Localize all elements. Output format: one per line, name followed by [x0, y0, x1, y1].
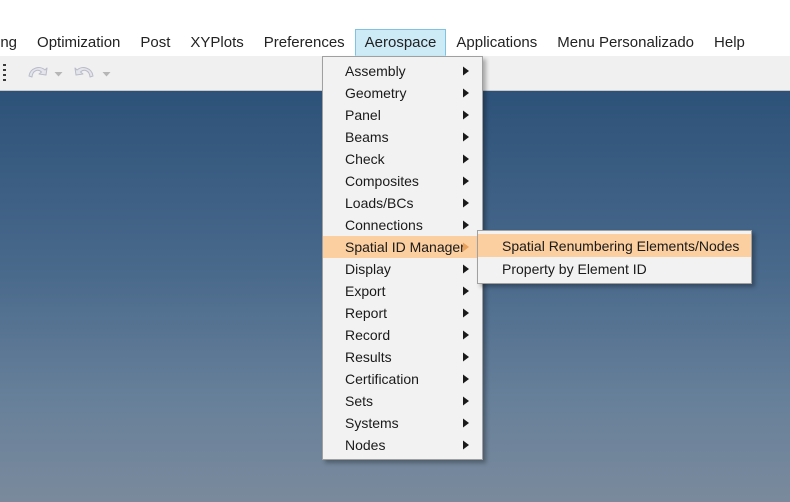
submenu-arrow-icon — [462, 264, 470, 274]
menu-item-label: Results — [345, 349, 392, 365]
submenu-arrow-icon — [462, 66, 470, 76]
menu-item-label: Assembly — [345, 63, 406, 79]
menu-item-label: Sets — [345, 393, 374, 409]
submenu-arrow-icon — [462, 374, 470, 384]
undo-dropdown-caret-icon[interactable] — [54, 71, 63, 77]
menubar-item-meshing[interactable]: ing — [0, 29, 27, 56]
menu-item-label: Beams — [345, 129, 389, 145]
menu-bar-items: ing Optimization Post XYPlots Preference… — [0, 29, 790, 56]
menu-item-label: Report — [345, 305, 388, 321]
menubar-item-label: Help — [714, 34, 745, 51]
menubar-item-label: Optimization — [37, 34, 121, 51]
menu-item-assembly[interactable]: Assembly — [323, 60, 482, 82]
menu-item-display[interactable]: Display — [323, 258, 482, 280]
application-window: ing Optimization Post XYPlots Preference… — [0, 0, 790, 502]
menu-item-sets[interactable]: Sets — [323, 390, 482, 412]
submenu-arrow-icon — [462, 418, 470, 428]
menubar-item-preferences[interactable]: Preferences — [254, 29, 355, 56]
submenu-arrow-icon — [462, 440, 470, 450]
menubar-item-label: Applications — [456, 34, 538, 51]
menu-item-label: Spatial ID Manager — [345, 239, 465, 255]
submenu-arrow-icon — [462, 198, 470, 208]
menubar-item-aerospace[interactable]: Aerospace — [354, 29, 447, 56]
submenu-arrow-icon — [462, 220, 470, 230]
submenu-arrow-icon — [462, 396, 470, 406]
menu-item-label: Export — [345, 283, 386, 299]
toolbar-drag-handle[interactable] — [3, 64, 6, 83]
menubar-item-post[interactable]: Post — [130, 29, 180, 56]
menu-item-export[interactable]: Export — [323, 280, 482, 302]
submenu-item-label: Spatial Renumbering Elements/Nodes — [502, 237, 740, 254]
submenu-arrow-icon — [462, 308, 470, 318]
menubar-item-label: XYPlots — [190, 34, 244, 51]
menu-item-label: Check — [345, 151, 385, 167]
menu-item-spatial-id-manager[interactable]: Spatial ID Manager — [323, 236, 482, 258]
submenu-arrow-icon — [462, 88, 470, 98]
menu-bar: ing Optimization Post XYPlots Preference… — [0, 0, 790, 56]
menubar-item-xyplots[interactable]: XYPlots — [180, 29, 253, 56]
menubar-item-label: Post — [140, 34, 171, 51]
menu-item-label: Nodes — [345, 437, 386, 453]
menubar-item-label: Aerospace — [364, 34, 437, 51]
menu-item-label: Composites — [345, 173, 419, 189]
menu-item-results[interactable]: Results — [323, 346, 482, 368]
redo-icon[interactable] — [72, 62, 98, 84]
menu-item-loads-bcs[interactable]: Loads/BCs — [323, 192, 482, 214]
menubar-item-label: Preferences — [263, 34, 345, 51]
undo-icon[interactable] — [24, 62, 50, 84]
submenu-arrow-icon — [462, 330, 470, 340]
menu-item-beams[interactable]: Beams — [323, 126, 482, 148]
submenu-item-spatial-renumbering-elements-nodes[interactable]: Spatial Renumbering Elements/Nodes — [478, 234, 751, 257]
menu-item-systems[interactable]: Systems — [323, 412, 482, 434]
menu-item-label: Panel — [345, 107, 381, 123]
menubar-item-optimization[interactable]: Optimization — [27, 29, 130, 56]
submenu-item-label: Property by Element ID — [502, 260, 647, 277]
submenu-arrow-icon — [462, 132, 470, 142]
menu-item-certification[interactable]: Certification — [323, 368, 482, 390]
menubar-item-applications[interactable]: Applications — [446, 29, 547, 56]
menu-item-panel[interactable]: Panel — [323, 104, 482, 126]
menu-item-report[interactable]: Report — [323, 302, 482, 324]
menubar-item-label: Menu Personalizado — [557, 34, 695, 51]
menubar-item-menu-personalizado[interactable]: Menu Personalizado — [547, 29, 704, 56]
menu-item-label: Certification — [345, 371, 419, 387]
menu-item-label: Record — [345, 327, 391, 343]
submenu-item-property-by-element-id[interactable]: Property by Element ID — [478, 257, 751, 280]
menu-item-nodes[interactable]: Nodes — [323, 434, 482, 456]
spatial-id-manager-submenu: Spatial Renumbering Elements/Nodes Prope… — [477, 230, 752, 284]
submenu-arrow-icon — [462, 352, 470, 362]
menu-item-composites[interactable]: Composites — [323, 170, 482, 192]
menu-item-label: Geometry — [345, 85, 407, 101]
menubar-item-label: ing — [0, 34, 18, 51]
menubar-item-help[interactable]: Help — [704, 29, 755, 56]
menu-item-connections[interactable]: Connections — [323, 214, 482, 236]
menu-item-label: Connections — [345, 217, 423, 233]
submenu-arrow-icon — [462, 154, 470, 164]
menu-item-record[interactable]: Record — [323, 324, 482, 346]
redo-dropdown-caret-icon[interactable] — [102, 71, 111, 77]
menu-item-label: Systems — [345, 415, 399, 431]
menu-item-label: Loads/BCs — [345, 195, 414, 211]
menu-item-label: Display — [345, 261, 391, 277]
menu-item-check[interactable]: Check — [323, 148, 482, 170]
submenu-arrow-icon — [462, 286, 470, 296]
submenu-arrow-icon — [462, 242, 470, 252]
menu-item-geometry[interactable]: Geometry — [323, 82, 482, 104]
submenu-arrow-icon — [462, 176, 470, 186]
aerospace-dropdown-menu: Assembly Geometry Panel Beams Check Comp… — [322, 56, 483, 460]
submenu-arrow-icon — [462, 110, 470, 120]
